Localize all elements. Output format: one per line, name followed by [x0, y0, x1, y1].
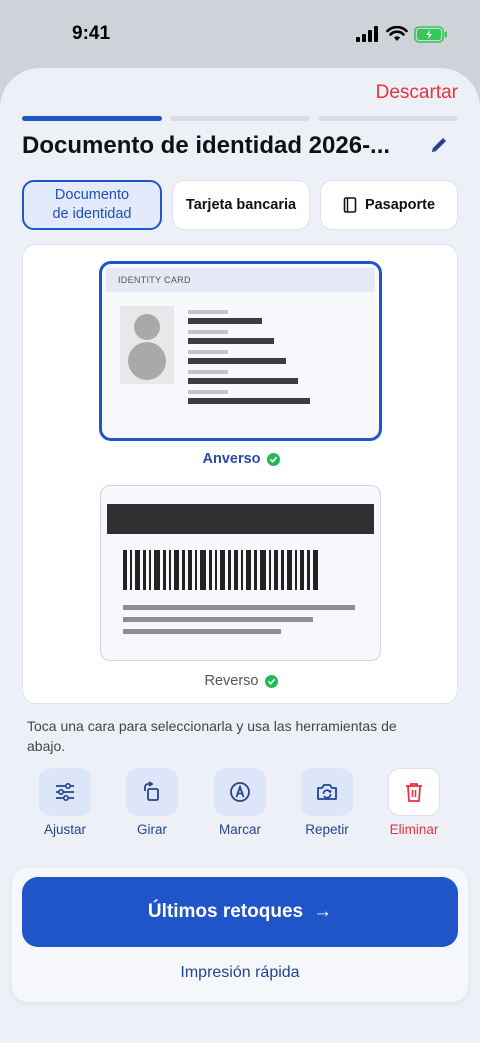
retake-label: Repetir — [305, 822, 349, 837]
adjust-label: Ajustar — [43, 822, 87, 837]
tab-label: Documento de identidad — [52, 186, 131, 224]
card-back[interactable] — [100, 485, 381, 661]
adjust-button[interactable]: Ajustar — [30, 768, 100, 837]
rotate-label: Girar — [137, 822, 167, 837]
card-text-line — [188, 310, 228, 314]
markup-label: Marcar — [218, 822, 261, 837]
markup-icon — [214, 768, 266, 816]
instruction-text: Toca una cara para seleccionarla y usa l… — [27, 718, 397, 754]
battery-icon — [414, 25, 447, 43]
tab-tarjeta-bancaria[interactable]: Tarjeta bancaria — [172, 180, 310, 230]
progress-steps — [22, 116, 458, 121]
barcode-icon — [123, 550, 359, 590]
action-panel: Últimos retoques → Impresión rápida — [12, 868, 468, 1002]
tab-label-line-1: Documento — [54, 187, 130, 203]
status-time: 9:41 — [72, 23, 111, 44]
tab-label: Tarjeta bancaria — [185, 197, 297, 213]
rotate-icon — [126, 768, 178, 816]
editor-sheet: Descartar Documento de identidad 2026-..… — [0, 68, 480, 1043]
document-title: Documento de identidad 2026-... — [22, 132, 391, 159]
card-text-line — [123, 629, 281, 634]
progress-step-1 — [22, 116, 162, 121]
check-icon — [264, 674, 278, 688]
progress-step-2 — [170, 116, 310, 121]
retake-button[interactable]: Repetir — [292, 768, 362, 837]
markup-button[interactable]: Marcar — [205, 768, 275, 837]
card-text-line — [123, 617, 313, 622]
magnetic-stripe — [107, 504, 374, 534]
card-text-line — [188, 358, 286, 364]
final-touches-button[interactable]: Últimos retoques → — [22, 877, 458, 947]
portrait-placeholder-icon — [120, 306, 174, 384]
progress-step-3 — [318, 116, 458, 121]
card-text-line — [188, 390, 228, 394]
card-front[interactable]: IDENTITY CARD — [99, 261, 382, 441]
trash-icon — [388, 768, 440, 816]
card-text-line — [188, 338, 274, 344]
card-text-line — [188, 318, 262, 324]
card-text-line — [188, 378, 298, 384]
card-front-header: IDENTITY CARD — [106, 268, 375, 292]
discard-button[interactable]: Descartar — [376, 82, 458, 104]
edit-title-icon[interactable] — [428, 134, 450, 156]
card-text-line — [188, 398, 310, 404]
back-side-text: Reverso — [204, 673, 259, 689]
tab-label-line-2: de identidad — [52, 206, 132, 222]
delete-label: Eliminar — [389, 822, 439, 837]
card-text-line — [123, 605, 355, 610]
card-text-line — [188, 350, 228, 354]
status-icons — [356, 25, 448, 43]
final-touches-label: Últimos retoques — [147, 901, 304, 922]
rotate-button[interactable]: Girar — [117, 768, 187, 837]
status-bar: 9:41 — [0, 0, 480, 68]
document-type-tabs: Documento de identidad Tarjeta bancaria … — [22, 180, 458, 230]
signal-icon — [356, 26, 378, 42]
wifi-icon — [386, 26, 408, 41]
card-text-line — [188, 330, 228, 334]
book-icon — [343, 197, 357, 213]
retake-camera-icon — [301, 768, 353, 816]
check-icon — [266, 452, 280, 466]
card-preview-panel: IDENTITY CARD Anverso Reverso — [22, 244, 458, 704]
tab-documento-identidad[interactable]: Documento de identidad — [22, 180, 162, 230]
sliders-icon — [39, 768, 91, 816]
tab-label: Pasaporte — [364, 197, 436, 213]
card-text-line — [188, 370, 228, 374]
back-side-label: Reverso — [23, 673, 459, 689]
arrow-right-icon: → — [313, 901, 333, 922]
delete-button[interactable]: Eliminar — [379, 768, 449, 837]
front-side-label: Anverso — [23, 451, 459, 467]
quick-print-link[interactable]: Impresión rápida — [12, 964, 468, 982]
tab-pasaporte[interactable]: Pasaporte — [320, 180, 458, 230]
front-side-text: Anverso — [202, 451, 261, 467]
